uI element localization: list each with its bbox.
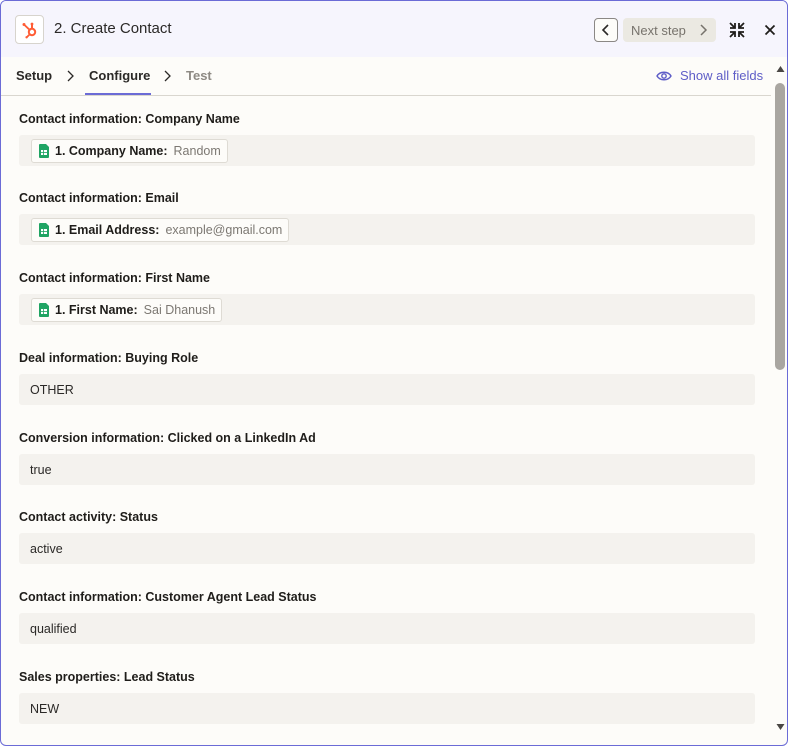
step-tabs: Setup Configure Test Show all fields [1, 57, 771, 96]
email-input[interactable]: 1. Email Address: example@gmail.com [19, 214, 755, 245]
customer-agent-lead-status-input[interactable]: qualified [19, 613, 755, 644]
field-buying-role: Deal information: Buying Role OTHER [19, 351, 755, 405]
chevron-right-icon [164, 70, 171, 82]
buying-role-input[interactable]: OTHER [19, 374, 755, 405]
show-all-fields-link[interactable]: Show all fields [656, 68, 763, 83]
field-label: Deal information: Buying Role [19, 351, 199, 365]
chevron-right-icon [67, 70, 74, 82]
field-label: Sales properties: Lead Status [19, 670, 195, 684]
step-header: 2. Create Contact Next step [1, 1, 787, 57]
close-button[interactable] [761, 21, 779, 39]
mapped-value-pill[interactable]: 1. Email Address: example@gmail.com [31, 217, 290, 242]
scroll-up-arrow-icon[interactable] [776, 65, 785, 73]
previous-step-button[interactable] [594, 18, 618, 42]
field-clicked-linkedin-ad: Conversion information: Clicked on a Lin… [19, 431, 755, 485]
field-contact-status: Contact activity: Status active [19, 510, 755, 564]
field-first-name: Contact information: First Name 1. First… [19, 271, 755, 325]
field-label: Contact information: First Name [19, 271, 210, 285]
mapped-value-pill[interactable]: 1. Company Name: Random [31, 138, 228, 163]
vertical-scrollbar[interactable] [772, 63, 787, 743]
pill-key: 1. Email Address: [55, 222, 160, 237]
step-title: 2. Create Contact [54, 20, 172, 37]
tab-configure[interactable]: Configure [89, 68, 150, 83]
field-customer-agent-lead-status: Contact information: Customer Agent Lead… [19, 590, 755, 644]
pill-key: 1. First Name: [55, 302, 138, 317]
google-sheets-icon [39, 143, 49, 158]
next-step-label: Next step [631, 22, 686, 38]
tab-setup[interactable]: Setup [16, 68, 52, 83]
lead-status-input[interactable]: NEW [19, 693, 755, 724]
scroll-down-arrow-icon[interactable] [776, 723, 785, 731]
company-name-input[interactable]: 1. Company Name: Random [19, 135, 755, 166]
chevron-right-icon [700, 24, 708, 36]
field-label: Contact information: Customer Agent Lead… [19, 590, 317, 604]
pill-key: 1. Company Name: [55, 143, 168, 158]
active-tab-indicator [85, 93, 151, 95]
close-icon [764, 24, 776, 36]
field-lead-status: Sales properties: Lead Status NEW [19, 670, 755, 724]
chevron-left-icon [601, 24, 609, 36]
mapped-value-pill[interactable]: 1. First Name: Sai Dhanush [31, 297, 223, 322]
create-contact-panel: 2. Create Contact Next step Setup Config… [0, 0, 788, 746]
fields-list: Contact information: Company Name 1. Com… [1, 96, 771, 745]
field-company-name: Contact information: Company Name 1. Com… [19, 112, 755, 166]
field-email: Contact information: Email 1. Email Addr… [19, 191, 755, 245]
field-label: Contact activity: Status [19, 510, 158, 524]
scrollbar-thumb[interactable] [775, 83, 785, 370]
contact-status-input[interactable]: active [19, 533, 755, 564]
pill-value: Random [173, 143, 221, 158]
field-label: Contact information: Company Name [19, 112, 240, 126]
show-all-fields-label: Show all fields [680, 68, 764, 83]
pill-value: Sai Dhanush [143, 302, 216, 317]
google-sheets-icon [39, 302, 49, 317]
collapse-icon [729, 22, 745, 38]
tab-test[interactable]: Test [186, 68, 212, 83]
next-step-button[interactable]: Next step [623, 18, 716, 42]
collapse-button[interactable] [726, 19, 748, 41]
field-label: Conversion information: Clicked on a Lin… [19, 431, 316, 445]
first-name-input[interactable]: 1. First Name: Sai Dhanush [19, 294, 755, 325]
pill-value: example@gmail.com [165, 222, 283, 237]
google-sheets-icon [39, 222, 49, 237]
eye-icon [656, 71, 672, 80]
hubspot-icon [15, 15, 44, 44]
clicked-linkedin-ad-input[interactable]: true [19, 454, 755, 485]
field-label: Contact information: Email [19, 191, 179, 205]
